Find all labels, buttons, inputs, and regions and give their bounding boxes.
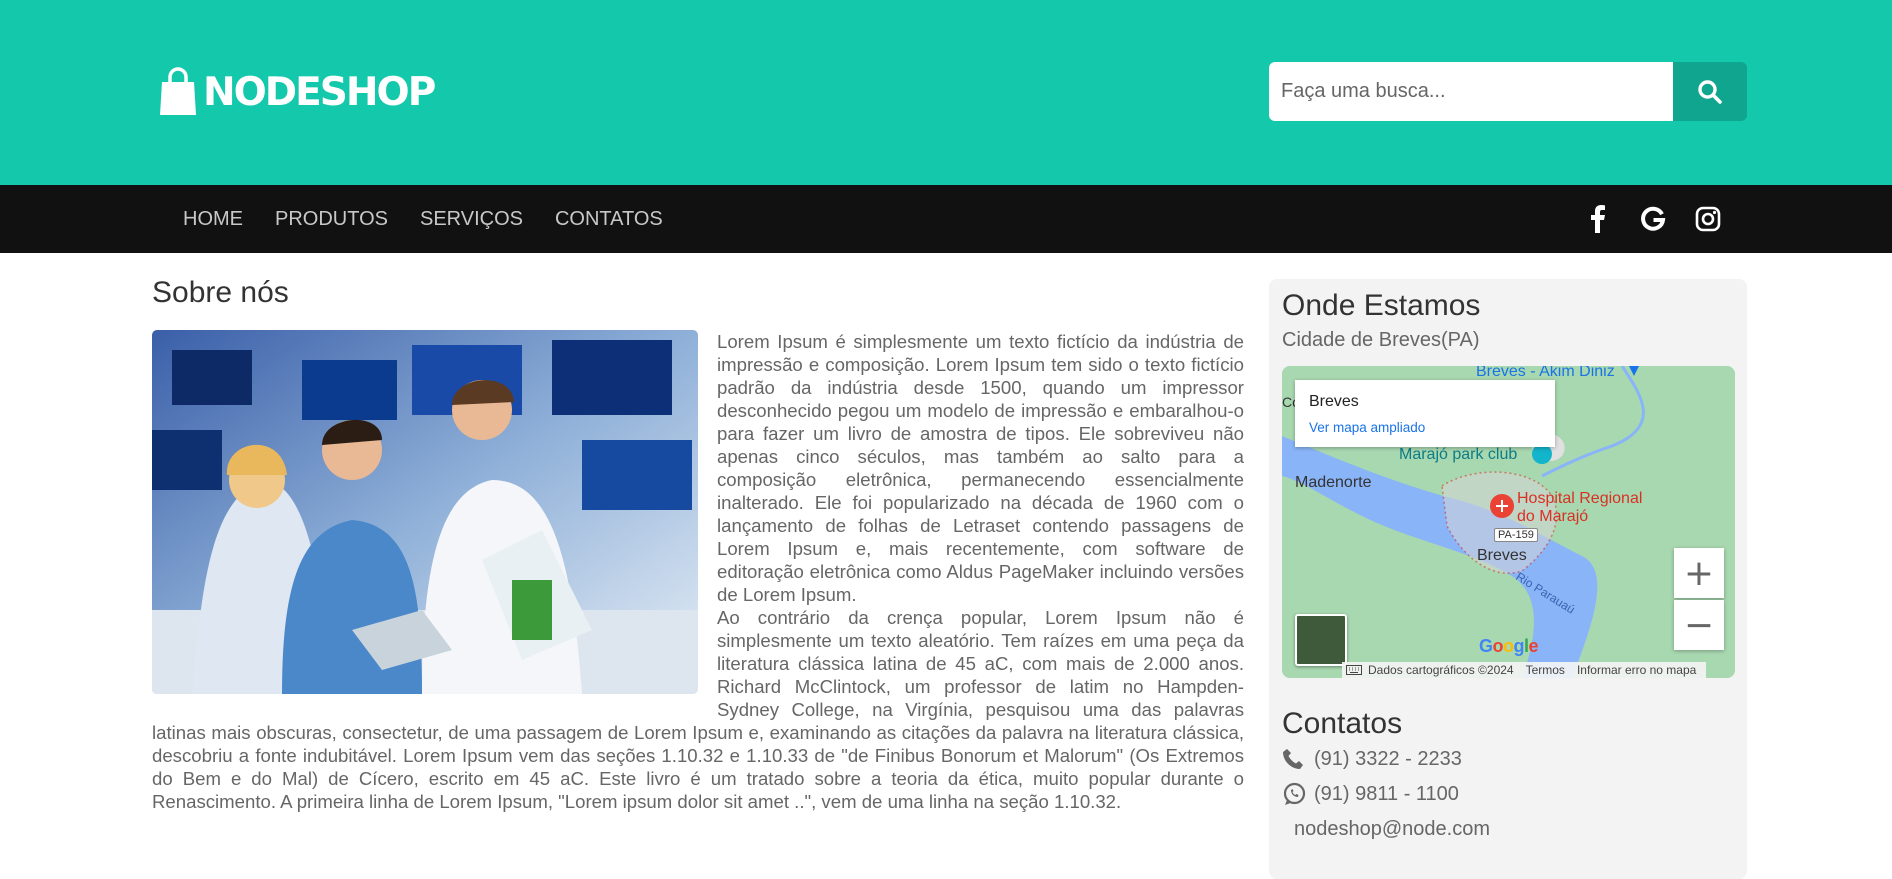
zoom-in-button[interactable]: + — [1674, 548, 1724, 598]
facebook-icon — [1590, 205, 1605, 233]
whatsapp-icon — [1282, 782, 1310, 806]
map-embed[interactable]: Breves - Akim Diniz Co Marajó park club … — [1282, 366, 1735, 678]
view-larger-map-link[interactable]: Ver mapa ampliado — [1309, 420, 1425, 435]
satellite-toggle[interactable] — [1295, 614, 1347, 666]
google-link[interactable] — [1625, 199, 1680, 239]
map-terms-link[interactable]: Termos — [1520, 663, 1571, 677]
map-report-link[interactable]: Informar erro no mapa — [1571, 663, 1702, 677]
search-button[interactable] — [1673, 62, 1747, 121]
logo-text: NODESHOP — [203, 69, 436, 115]
google-logo: Google — [1479, 636, 1539, 656]
nav-menu: HOME PRODUTOS SERVIÇOS CONTATOS — [167, 185, 679, 253]
whatsapp-contact: (91) 9811 - 1100 — [1282, 782, 1459, 806]
location-title: Onde Estamos — [1282, 289, 1481, 322]
map-label-madenorte: Madenorte — [1295, 474, 1372, 491]
google-icon — [1640, 206, 1665, 231]
map-label-top: Breves - Akim Diniz — [1476, 366, 1615, 380]
social-links — [1570, 185, 1735, 253]
facebook-link[interactable] — [1570, 199, 1625, 239]
nav-item-servicos[interactable]: SERVIÇOS — [404, 208, 539, 231]
sidebar: Onde Estamos Cidade de Breves(PA) Breves… — [1269, 279, 1747, 879]
map-footer: Dados cartográficos ©2024 Termos Informa… — [1342, 662, 1707, 678]
navbar: HOME PRODUTOS SERVIÇOS CONTATOS — [0, 185, 1892, 253]
contacts-title: Contatos — [1282, 707, 1403, 740]
keyboard-icon[interactable] — [1346, 665, 1362, 675]
email-contact: nodeshop@node.com — [1294, 818, 1490, 841]
map-data-credit: Dados cartográficos ©2024 — [1368, 663, 1514, 677]
shopping-bag-icon — [159, 67, 197, 117]
map-label-road: PA-159 — [1494, 528, 1538, 542]
about-title: Sobre nós — [152, 276, 289, 309]
nav-item-home[interactable]: HOME — [167, 208, 259, 231]
logo[interactable]: NODESHOP — [159, 66, 436, 118]
search-icon — [1698, 79, 1722, 104]
phone-icon — [1282, 747, 1310, 771]
search-input[interactable] — [1269, 62, 1673, 121]
email-address[interactable]: nodeshop@node.com — [1294, 818, 1490, 841]
nav-item-produtos[interactable]: PRODUTOS — [259, 208, 404, 231]
map-label-park: Marajó park club — [1399, 446, 1518, 463]
nav-item-contatos[interactable]: CONTATOS — [539, 208, 679, 231]
phone-number: (91) 3322 - 2233 — [1314, 747, 1462, 770]
phone-contact: (91) 3322 - 2233 — [1282, 747, 1462, 771]
search-bar — [1269, 62, 1747, 121]
map-card-title: Breves — [1309, 393, 1359, 410]
header: NODESHOP — [0, 0, 1892, 185]
instagram-icon — [1695, 206, 1720, 232]
instagram-link[interactable] — [1680, 199, 1735, 239]
zoom-out-button[interactable]: − — [1674, 600, 1724, 650]
whatsapp-number: (91) 9811 - 1100 — [1314, 782, 1459, 805]
map-label-hospital-2: do Marajó — [1517, 508, 1589, 525]
location-subtitle: Cidade de Breves(PA) — [1282, 329, 1480, 351]
map-label-city: Breves — [1477, 547, 1527, 564]
map-info-card: Breves Ver mapa ampliado — [1295, 380, 1555, 447]
map-label-hospital-1: Hospital Regional — [1517, 490, 1643, 507]
about-text: Lorem Ipsum é simplesmente um texto fict… — [152, 330, 1244, 813]
